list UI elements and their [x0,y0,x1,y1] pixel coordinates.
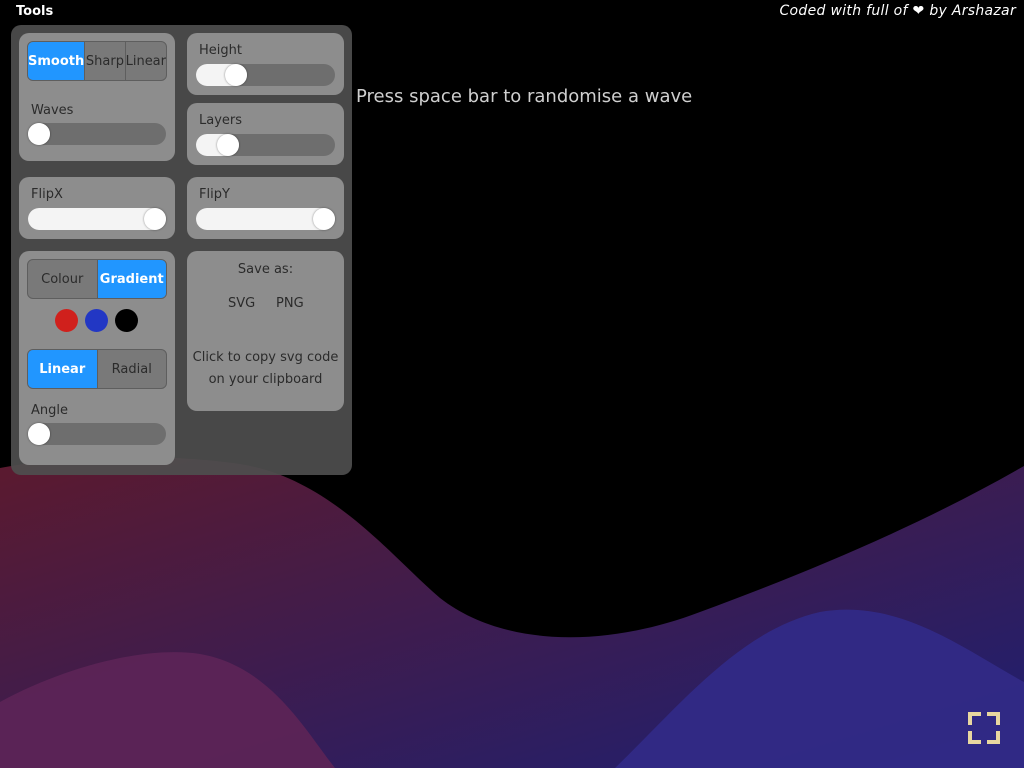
flipy-toggle[interactable] [196,208,335,230]
flipx-card: FlipX [19,177,175,239]
curve-option-sharp[interactable]: Sharp [85,42,126,80]
copy-text-line1: Click to copy svg code [192,350,339,365]
layers-slider[interactable] [196,134,335,156]
layers-card: Layers [187,103,344,165]
app-stage: Tools Coded with full of ❤ by Arshazar P… [0,0,1024,768]
flipx-label: FlipX [31,187,63,202]
height-slider-knob[interactable] [225,64,248,86]
waves-slider-knob[interactable] [28,123,50,145]
height-slider[interactable] [196,64,335,86]
flipy-label: FlipY [199,187,230,202]
gradient-type-radial[interactable]: Radial [98,350,167,388]
copy-text-line2: on your clipboard [208,372,323,387]
color-swatch-blue[interactable] [85,309,108,332]
flipy-toggle-knob[interactable] [313,208,335,230]
angle-slider-knob[interactable] [28,423,50,445]
color-swatch-black[interactable] [115,309,138,332]
tools-panel: Smooth Sharp Linear Waves Height Layers [11,25,352,475]
curve-type-selector: Smooth Sharp Linear [27,41,167,81]
save-card: Save as: SVG PNG Click to copy svg code … [187,251,344,411]
waves-label: Waves [31,103,74,118]
gradient-type-linear[interactable]: Linear [28,350,98,388]
fill-mode-colour[interactable]: Colour [28,260,98,298]
save-as-label: Save as: [237,262,294,277]
space-bar-hint: Press space bar to randomise a wave [356,86,693,107]
curve-card: Smooth Sharp Linear Waves [19,33,175,161]
credit-prefix: Coded with full of [779,3,908,19]
save-png-button[interactable]: PNG [276,296,304,311]
angle-slider[interactable] [28,423,166,445]
layers-label: Layers [199,113,243,128]
fill-mode-gradient[interactable]: Gradient [97,260,166,298]
flipx-toggle-knob[interactable] [144,208,166,230]
curve-option-smooth[interactable]: Smooth [28,42,86,80]
copy-svg-button[interactable]: Click to copy svg code on your clipboard [187,347,344,391]
colour-card: Colour Gradient Linear Radial Angle [19,251,175,465]
heart-icon: ❤ [912,3,925,19]
fill-mode-selector: Colour Gradient [27,259,167,299]
height-label: Height [199,43,242,58]
curve-option-linear[interactable]: Linear [126,42,166,80]
credit-suffix: by Arshazar [929,3,1016,19]
flipy-card: FlipY [187,177,344,239]
gradient-type-selector: Linear Radial [27,349,167,389]
layers-slider-knob[interactable] [217,134,240,156]
angle-label: Angle [31,403,68,418]
save-svg-button[interactable]: SVG [228,296,255,311]
waves-slider[interactable] [28,123,166,145]
fullscreen-icon[interactable] [967,711,1001,745]
tools-title: Tools [16,4,54,19]
height-card: Height [187,33,344,95]
color-swatch-red[interactable] [55,309,78,332]
credit-text: Coded with full of ❤ by Arshazar [779,3,1016,19]
flipx-toggle[interactable] [28,208,166,230]
